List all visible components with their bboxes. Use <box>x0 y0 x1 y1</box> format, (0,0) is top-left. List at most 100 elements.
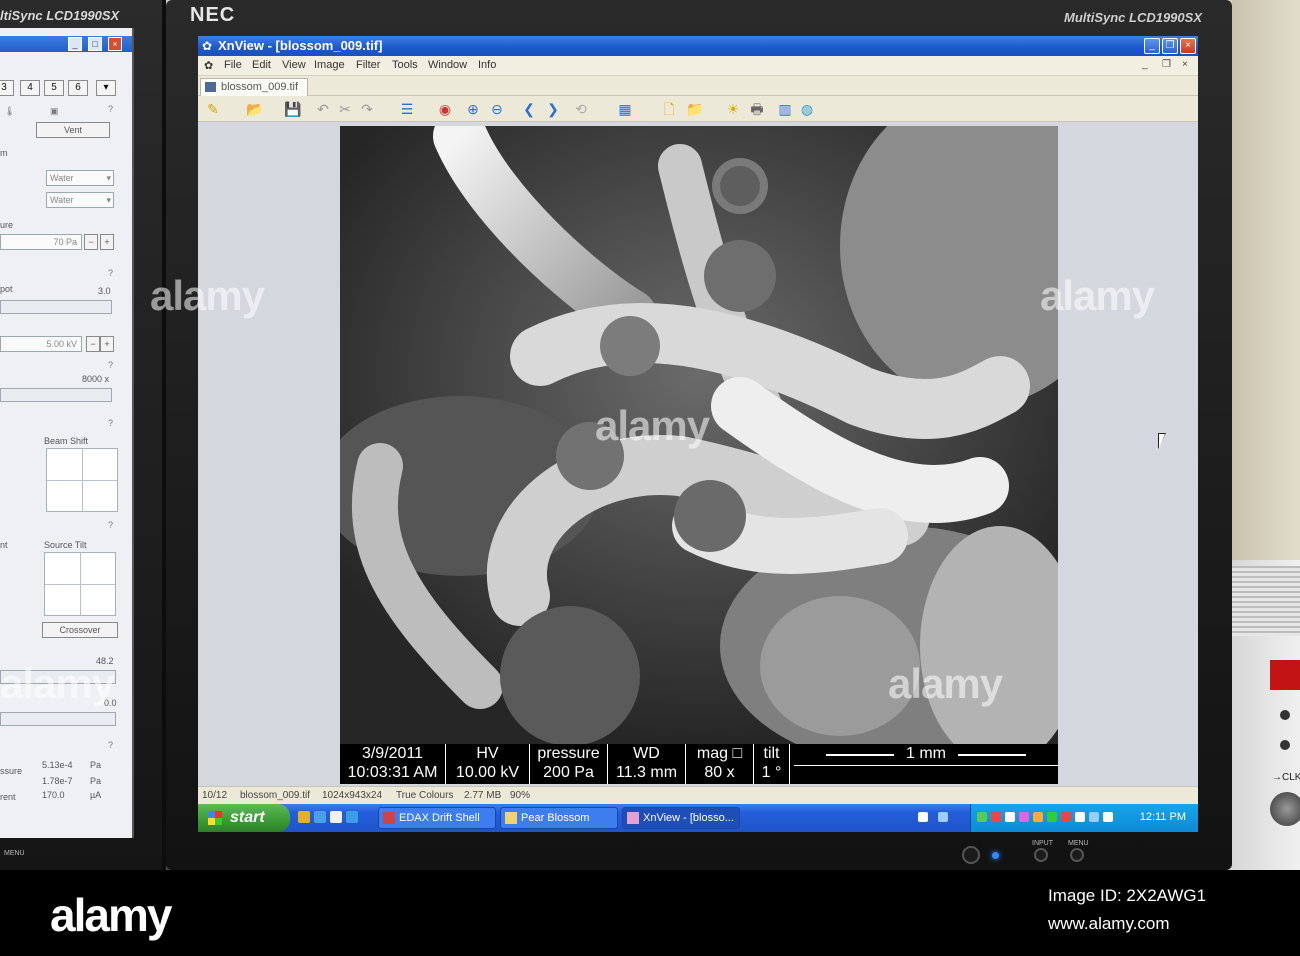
task-pear-blossom[interactable]: Pear Blossom <box>500 807 618 829</box>
tray-icon[interactable] <box>1019 812 1029 822</box>
slideshow-icon[interactable]: ▦ <box>616 100 634 118</box>
pressure-decrease-button[interactable]: − <box>84 234 98 250</box>
tray-icon[interactable] <box>977 812 987 822</box>
tab-6[interactable]: 6 <box>68 80 88 96</box>
help-icon[interactable]: ? <box>108 104 113 114</box>
tab-3[interactable]: 3 <box>0 80 14 96</box>
tray-icon[interactable] <box>1047 812 1057 822</box>
tray-icon[interactable] <box>1089 812 1099 822</box>
browser-icon[interactable] <box>298 811 310 823</box>
menu-file[interactable]: File <box>224 59 242 71</box>
menu-view[interactable]: View <box>282 59 306 71</box>
help-icon[interactable]: ? <box>108 740 113 750</box>
start-button[interactable]: start <box>198 804 290 832</box>
menu-button[interactable] <box>1070 848 1084 862</box>
tool-icon[interactable]: ▣ <box>50 106 59 117</box>
help-icon[interactable]: ? <box>108 268 113 278</box>
app-menu-icon[interactable]: ✿ <box>204 59 213 72</box>
hv-label: HV <box>476 745 499 762</box>
mdi-minimize-button[interactable]: _ <box>1142 59 1148 70</box>
desktop-icon[interactable] <box>330 811 342 823</box>
document-tab[interactable]: blossom_009.tif <box>200 78 308 96</box>
menu-image[interactable]: Image <box>314 59 345 71</box>
vacuum-label: ssure <box>0 766 23 776</box>
folder-icon[interactable]: 📁 <box>686 100 704 118</box>
list-view-icon[interactable]: ☰ <box>398 100 416 118</box>
ie-icon[interactable] <box>314 811 326 823</box>
zoom-out-icon[interactable]: ⊖ <box>488 100 506 118</box>
spot-slider[interactable] <box>0 300 112 314</box>
vent-grill <box>1232 566 1300 636</box>
mdi-close-button[interactable]: × <box>1182 59 1188 70</box>
color-icon[interactable]: ◉ <box>436 100 454 118</box>
gas-select-2[interactable]: Water ▾ <box>46 192 114 208</box>
quicklaunch-icon[interactable] <box>346 811 358 823</box>
slider-b[interactable] <box>0 712 116 726</box>
left-menu-label: MENU <box>4 850 25 857</box>
vent-button[interactable]: Vent <box>36 122 110 138</box>
vacuum-value-3: 170.0 <box>42 790 65 800</box>
open-folder-icon[interactable]: 📂 <box>246 100 264 118</box>
menu-edit[interactable]: Edit <box>252 59 271 71</box>
tray-icon[interactable] <box>1005 812 1015 822</box>
input-button[interactable] <box>1034 848 1048 862</box>
crossover-button[interactable]: Crossover <box>42 622 118 638</box>
power-button[interactable] <box>962 846 980 864</box>
tool-icon[interactable]: 🌡 <box>4 106 15 117</box>
left-monitor-brand: ltiSync LCD1990SX <box>0 8 120 23</box>
minimize-button[interactable]: _ <box>1144 38 1160 54</box>
menu-filter[interactable]: Filter <box>356 59 380 71</box>
book-icon[interactable]: ▥ <box>776 100 794 118</box>
menu-info[interactable]: Info <box>478 59 496 71</box>
beam-shift-pad[interactable] <box>46 448 118 512</box>
mag-slider[interactable] <box>0 388 112 402</box>
source-tilt-pad[interactable] <box>44 552 116 616</box>
next-icon[interactable]: ❯ <box>544 100 562 118</box>
minimize-button[interactable]: _ <box>68 37 82 51</box>
previous-icon[interactable]: ❮ <box>520 100 538 118</box>
dropdown-arrow-icon[interactable]: ▾ <box>96 80 116 96</box>
help-icon[interactable]: ? <box>108 418 113 428</box>
kv-field[interactable]: 5.00 kV <box>0 336 82 352</box>
save-icon[interactable]: 💾 <box>284 100 302 118</box>
help-icon[interactable]: ? <box>108 360 113 370</box>
close-button[interactable]: × <box>1180 38 1196 54</box>
pressure-field[interactable]: 70 Pa <box>0 234 82 250</box>
image-file-icon <box>205 82 216 92</box>
rotate-icon[interactable]: ⟲ <box>572 100 590 118</box>
image-viewer[interactable]: 3/9/2011 10:03:31 AM HV 10.00 kV pressur… <box>198 122 1198 786</box>
gas-select-1[interactable]: Water ▾ <box>46 170 114 186</box>
maximize-button[interactable]: □ <box>88 37 102 51</box>
about-icon[interactable]: ◍ <box>798 100 816 118</box>
settings-icon[interactable]: ☀ <box>724 100 742 118</box>
language-icon[interactable] <box>938 812 948 822</box>
task-xnview[interactable]: XnView - [blosso... <box>622 807 740 829</box>
mag-value: 80 x <box>704 764 735 781</box>
pressure-increase-button[interactable]: + <box>100 234 114 250</box>
clock[interactable]: 12:11 PM <box>1140 811 1186 823</box>
print-icon[interactable]: 🖶 <box>748 100 766 118</box>
volume-icon[interactable] <box>1103 812 1113 822</box>
kv-decrease-button[interactable]: − <box>86 336 100 352</box>
tab-5[interactable]: 5 <box>44 80 64 96</box>
cut-icon[interactable]: ✂ <box>336 100 354 118</box>
zoom-in-icon[interactable]: ⊕ <box>464 100 482 118</box>
help-icon[interactable]: ? <box>108 520 113 530</box>
browser-icon[interactable]: ✎ <box>204 100 222 118</box>
help-icon[interactable] <box>918 812 928 822</box>
tray-icon[interactable] <box>991 812 1001 822</box>
tray-icon[interactable] <box>1061 812 1071 822</box>
new-page-icon[interactable]: 🗋 <box>660 100 678 118</box>
restore-button[interactable]: ❐ <box>1162 38 1178 54</box>
menu-tools[interactable]: Tools <box>392 59 418 71</box>
tray-icon[interactable] <box>1033 812 1043 822</box>
close-button[interactable]: × <box>108 37 122 51</box>
undo-icon[interactable]: ↶ <box>314 100 332 118</box>
task-edax[interactable]: EDAX Drift Shell <box>378 807 496 829</box>
tab-4[interactable]: 4 <box>20 80 40 96</box>
tray-icon[interactable] <box>1075 812 1085 822</box>
redo-icon[interactable]: ↷ <box>358 100 376 118</box>
menu-window[interactable]: Window <box>428 59 467 71</box>
kv-increase-button[interactable]: + <box>100 336 114 352</box>
mdi-restore-button[interactable]: ❐ <box>1162 59 1171 70</box>
